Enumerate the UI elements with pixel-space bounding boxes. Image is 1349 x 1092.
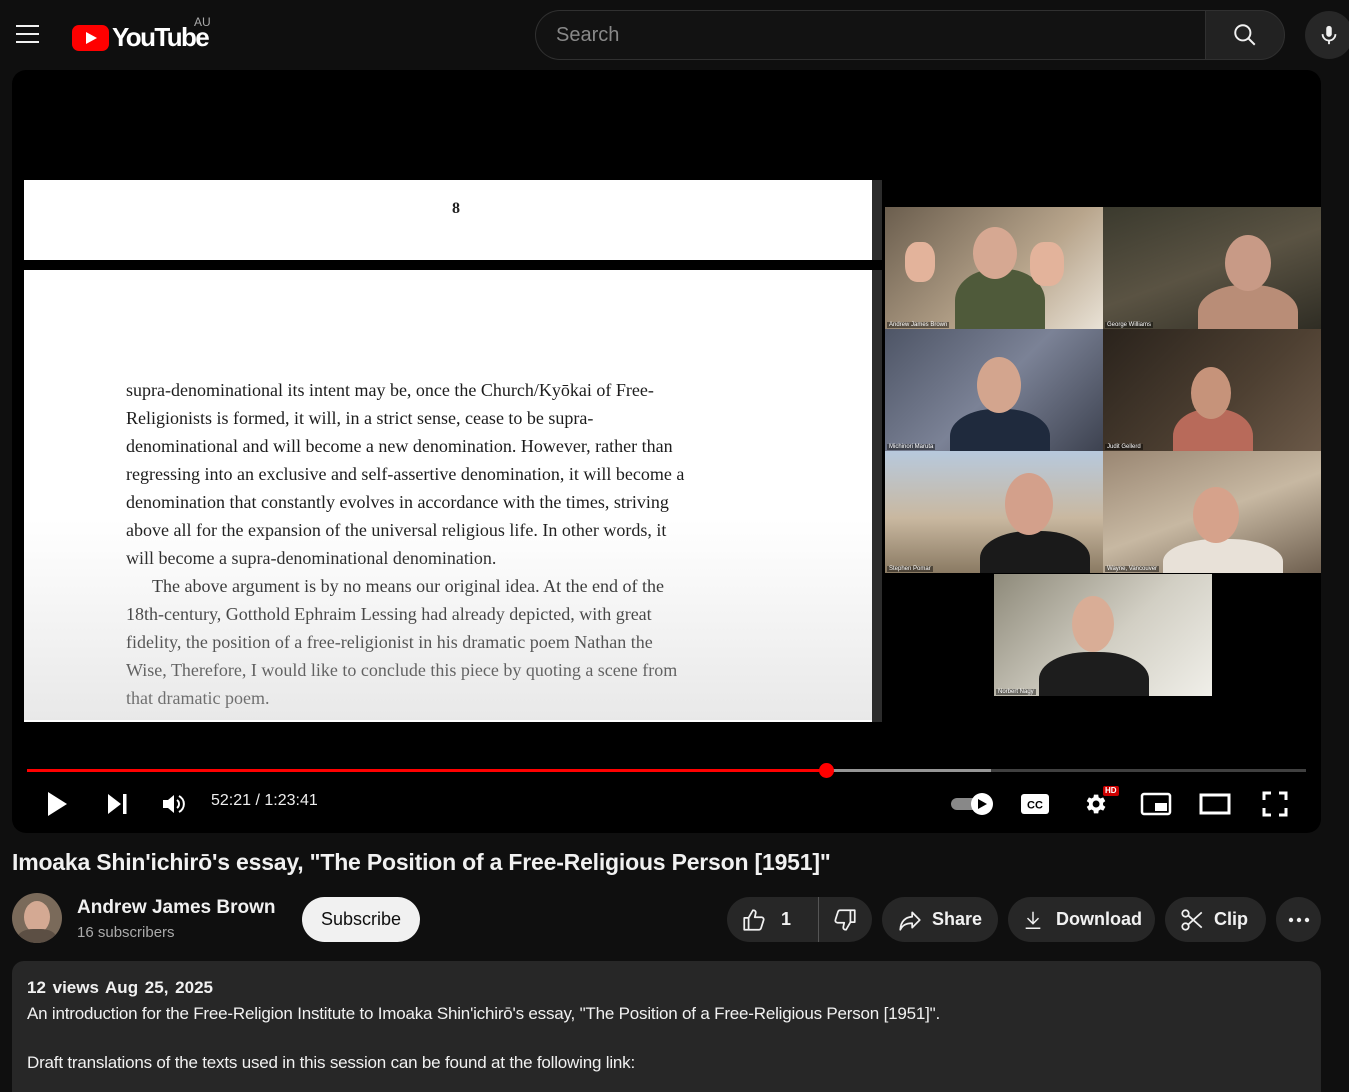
description-box[interactable]: 12 views Aug 25, 2025 An introduction fo… [12, 961, 1321, 1092]
participant-name: Norbert Nagy [996, 689, 1036, 695]
participant-tile: Judit Gellerd [1103, 329, 1321, 451]
doc-line: The above argument is by no means our or… [152, 576, 665, 596]
participant-tile: Wayne, Vancouver [1103, 451, 1321, 573]
video-player[interactable]: 8 supra-denominational its intent may be… [12, 70, 1321, 833]
download-label: Download [1056, 909, 1142, 929]
clip-button[interactable]: Clip [1165, 897, 1266, 942]
search-button[interactable] [1205, 10, 1285, 60]
doc-line: Religionists is formed, it will, in a st… [126, 408, 594, 428]
skip-next-icon [108, 794, 127, 814]
channel-name[interactable]: Andrew James Brown [77, 897, 276, 919]
progress-played [27, 769, 827, 772]
doc-line: that dramatic poem. [126, 688, 270, 708]
participant-tile: Andrew James Brown [885, 207, 1103, 329]
miniplayer-icon [1140, 792, 1172, 816]
fullscreen-icon [1262, 791, 1288, 817]
search-box [535, 10, 1206, 60]
autoplay-toggle[interactable] [948, 790, 996, 818]
doc-line: will become a supra-denominational denom… [126, 548, 497, 568]
more-horizontal-icon [1288, 917, 1309, 922]
mute-button[interactable] [157, 787, 191, 821]
share-button[interactable]: Share [882, 897, 998, 942]
download-icon [1025, 911, 1041, 929]
theater-mode-button[interactable] [1197, 788, 1233, 820]
page-number: 8 [452, 200, 460, 217]
doc-line: 18th-century, Gotthold Ephraim Lessing h… [126, 604, 652, 624]
clip-label: Clip [1214, 909, 1248, 929]
search-icon [1234, 24, 1256, 46]
thumbs-up-icon [743, 908, 765, 931]
doc-line: fidelity, the position of a free-religio… [126, 632, 653, 652]
fullscreen-button[interactable] [1258, 788, 1292, 820]
participant-name: Michinori Maruta [887, 444, 936, 450]
captions-button[interactable]: CC [1018, 788, 1052, 820]
subscriber-count: 16 subscribers [77, 924, 175, 941]
participant-tile: Norbert Nagy [994, 574, 1212, 696]
progress-scrubber[interactable] [819, 763, 835, 778]
masthead: YouTube AU [0, 0, 1349, 70]
time-display: 52:21 / 1:23:41 [211, 792, 318, 809]
microphone-icon [1321, 25, 1337, 45]
menu-icon[interactable] [10, 17, 44, 51]
autoplay-icon [951, 793, 993, 815]
like-dislike-group: 1 [727, 897, 872, 942]
doc-line: above all for the expansion of the unive… [126, 520, 667, 540]
youtube-play-icon [72, 24, 109, 51]
doc-line: Wise, Therefore, I would like to conclud… [126, 660, 678, 680]
document-header-strip: 8 [24, 180, 882, 260]
participant-tile: George Williams [1103, 207, 1321, 329]
participant-name: Judit Gellerd [1105, 444, 1143, 450]
subscribe-button[interactable]: Subscribe [302, 897, 420, 942]
theater-icon [1199, 793, 1231, 815]
hd-badge: HD [1103, 786, 1119, 796]
participant-tile: Stephen Pomar [885, 451, 1103, 573]
participant-name: George Williams [1105, 322, 1154, 328]
progress-bar[interactable] [27, 763, 1306, 778]
participant-tile: Michinori Maruta [885, 329, 1103, 451]
scissors-icon [1181, 908, 1203, 931]
document-page: supra-denominational its intent may be, … [24, 270, 882, 722]
doc-line: regressing into an exclusive and self-as… [126, 464, 685, 484]
like-button[interactable]: 1 [727, 897, 819, 942]
thumbs-down-icon [834, 908, 856, 931]
doc-line: denominational and will become a new den… [126, 436, 673, 456]
views-and-date: 12 views Aug 25, 2025 [27, 978, 213, 997]
play-icon [48, 792, 67, 816]
download-button[interactable]: Download [1008, 897, 1155, 942]
like-count: 1 [781, 909, 792, 929]
participant-name: Wayne, Vancouver [1105, 566, 1160, 572]
share-icon [899, 911, 921, 931]
document-text: supra-denominational its intent may be, … [126, 376, 766, 712]
doc-line: supra-denominational its intent may be, … [126, 380, 654, 400]
description-line: Draft translations of the texts used in … [27, 1053, 635, 1072]
country-code: AU [194, 15, 211, 29]
voice-search-button[interactable] [1305, 11, 1349, 59]
more-actions-button[interactable] [1276, 897, 1321, 942]
participant-name: Stephen Pomar [887, 566, 933, 572]
dislike-button[interactable] [819, 897, 871, 942]
channel-avatar[interactable] [12, 893, 62, 943]
doc-line: denomination that constantly evolves in … [126, 492, 669, 512]
description-line: An introduction for the Free-Religion In… [27, 1004, 941, 1023]
svg-text:CC: CC [1027, 800, 1043, 812]
video-title: Imoaka Shin'ichirō's essay, "The Positio… [12, 849, 831, 875]
participant-name: Andrew James Brown [887, 322, 950, 328]
volume-icon [163, 795, 185, 813]
cc-icon: CC [1021, 794, 1049, 814]
search-input[interactable] [536, 11, 1206, 59]
youtube-logo[interactable]: YouTube [72, 22, 210, 53]
miniplayer-button[interactable] [1138, 788, 1174, 820]
play-button[interactable] [40, 787, 74, 821]
share-label: Share [932, 909, 983, 929]
next-button[interactable] [100, 787, 134, 821]
